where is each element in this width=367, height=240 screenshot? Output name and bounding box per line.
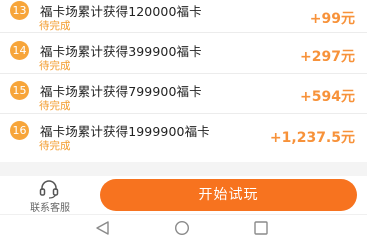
task-status: 待完成 (39, 99, 71, 112)
task-reward: +297元 (300, 49, 355, 65)
customer-service-button[interactable]: 联系客服 (22, 176, 78, 214)
recent-square-icon[interactable] (252, 220, 270, 236)
task-index-badge: 13 (10, 1, 29, 20)
task-list: 13 福卡场累计获得120000福卡 待完成 +99元 14 福卡场累计获得39… (0, 0, 367, 162)
task-reward: +1,237.5元 (269, 130, 355, 146)
task-status: 待完成 (39, 60, 71, 72)
task-screen: 13 福卡场累计获得120000福卡 待完成 +99元 14 福卡场累计获得39… (0, 0, 367, 240)
task-row[interactable]: 16 福卡场累计获得1999900福卡 待完成 +1,237.5元 (0, 114, 367, 155)
task-reward: +594元 (300, 88, 355, 105)
task-row[interactable]: 14 福卡场累计获得399900福卡 待完成 +297元 (0, 33, 367, 74)
back-triangle-icon[interactable] (94, 220, 112, 236)
headset-icon (39, 180, 59, 199)
task-index-badge: 15 (10, 80, 29, 100)
task-index-badge: 14 (10, 41, 29, 60)
task-status: 待完成 (39, 20, 71, 32)
section-divider (0, 162, 367, 176)
task-row[interactable]: 15 福卡场累计获得799900福卡 待完成 +594元 (0, 74, 367, 114)
task-status: 待完成 (39, 140, 71, 152)
task-row[interactable]: 13 福卡场累计获得120000福卡 待完成 +99元 (0, 0, 367, 33)
system-navigation-bar (0, 214, 367, 240)
bottom-action-bar: 联系客服 开始试玩 (0, 176, 367, 214)
start-trial-button[interactable]: 开始试玩 (100, 179, 357, 211)
task-index-badge: 16 (10, 121, 29, 140)
customer-service-label: 联系客服 (30, 203, 70, 214)
task-reward: +99元 (309, 11, 355, 27)
home-circle-icon[interactable] (173, 220, 191, 236)
